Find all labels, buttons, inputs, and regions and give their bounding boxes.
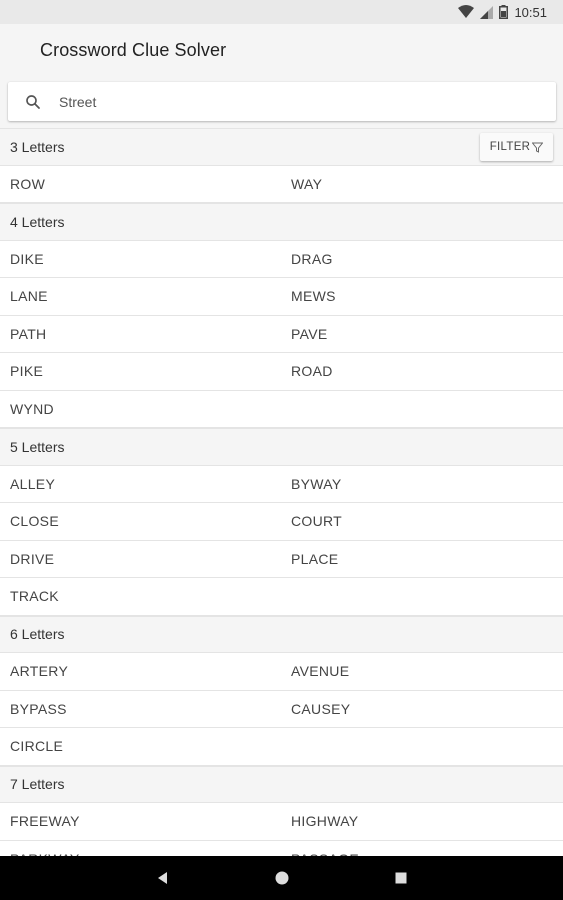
word-item[interactable]: WAY xyxy=(281,176,562,192)
word-item[interactable]: TRACK xyxy=(0,588,281,604)
status-time: 10:51 xyxy=(514,4,547,20)
word-row: PATH PAVE xyxy=(0,316,563,353)
word-row: DIKE DRAG xyxy=(0,241,563,278)
filter-button-label: FILTER xyxy=(489,141,531,153)
word-item[interactable]: CAUSEY xyxy=(281,701,562,717)
word-row: ROW WAY xyxy=(0,166,563,203)
word-item[interactable]: CLOSE xyxy=(0,513,281,529)
word-row: ARTERY AVENUE xyxy=(0,653,563,691)
results-list[interactable]: 3 Letters FILTER ROW WAY 4 Letters DIKE DRAG LA… xyxy=(0,128,563,856)
section-header: 7 Letters xyxy=(0,765,563,803)
word-row: DRIVE PLACE xyxy=(0,541,563,578)
word-row: CLOSE COURT xyxy=(0,503,563,541)
recents-icon[interactable] xyxy=(392,869,410,887)
word-row: PARKWAYPASSAGE xyxy=(0,841,563,856)
search-box[interactable] xyxy=(8,82,556,121)
word-item[interactable]: DIKE xyxy=(0,251,281,267)
word-item[interactable]: CIRCLE xyxy=(0,738,281,754)
word-item[interactable]: FREEWAY xyxy=(0,813,281,829)
section-header: 4 Letters xyxy=(0,203,563,241)
word-row: ALLEY BYWAY xyxy=(0,466,563,503)
word-item[interactable]: ROW xyxy=(0,176,281,192)
section-header: 5 Letters xyxy=(0,428,563,466)
word-item[interactable]: COURT xyxy=(281,513,562,529)
home-icon[interactable] xyxy=(273,869,291,887)
search-icon[interactable] xyxy=(24,93,42,111)
section-header-label: 7 Letters xyxy=(10,776,65,793)
search-input[interactable] xyxy=(59,94,539,110)
word-item[interactable]: WYND xyxy=(0,401,281,417)
status-bar: 10:51 xyxy=(0,0,563,24)
word-item[interactable]: LANE xyxy=(0,288,281,304)
word-item[interactable]: PATH xyxy=(0,326,281,342)
word-item[interactable]: ROAD xyxy=(281,363,562,379)
cell-signal-icon xyxy=(480,5,494,19)
section-header-label: 5 Letters xyxy=(10,438,65,455)
app-bar: Crossword Clue Solver xyxy=(0,24,563,128)
word-row: WYND xyxy=(0,391,563,428)
word-item[interactable]: PLACE xyxy=(281,551,562,567)
app-title: Crossword Clue Solver xyxy=(40,40,227,60)
section-header: 6 Letters xyxy=(0,615,563,653)
section-header-label: 4 Letters xyxy=(10,213,65,230)
word-item[interactable]: DRAG xyxy=(281,251,562,267)
word-item[interactable]: ARTERY xyxy=(0,663,281,679)
word-row: TRACK xyxy=(0,578,563,616)
word-item[interactable]: PAVE xyxy=(281,326,562,342)
section-header: 3 Letters FILTER xyxy=(0,128,563,166)
back-icon[interactable] xyxy=(154,869,172,887)
navigation-bar xyxy=(0,856,563,900)
word-row: FREEWAY HIGHWAY xyxy=(0,803,563,841)
section-header-label: 3 Letters xyxy=(10,138,65,155)
wifi-icon xyxy=(458,5,475,18)
word-item[interactable]: BYPASS xyxy=(0,701,281,717)
word-item[interactable]: HIGHWAY xyxy=(281,813,562,829)
filter-button[interactable]: FILTER xyxy=(480,133,553,161)
word-row: PIKE ROAD xyxy=(0,353,563,391)
word-item[interactable]: BYWAY xyxy=(281,476,562,492)
word-item[interactable]: PIKE xyxy=(0,363,281,379)
filter-funnel-icon xyxy=(532,142,544,153)
section-header-label: 6 Letters xyxy=(10,626,65,643)
word-row: LANE MEWS xyxy=(0,278,563,316)
battery-icon xyxy=(499,5,509,19)
word-item[interactable]: ALLEY xyxy=(0,476,281,492)
word-item[interactable]: AVENUE xyxy=(281,663,562,679)
word-item[interactable]: DRIVE xyxy=(0,551,281,567)
word-row: CIRCLE xyxy=(0,728,563,766)
word-item[interactable]: MEWS xyxy=(281,288,562,304)
word-row: BYPASS CAUSEY xyxy=(0,691,563,728)
